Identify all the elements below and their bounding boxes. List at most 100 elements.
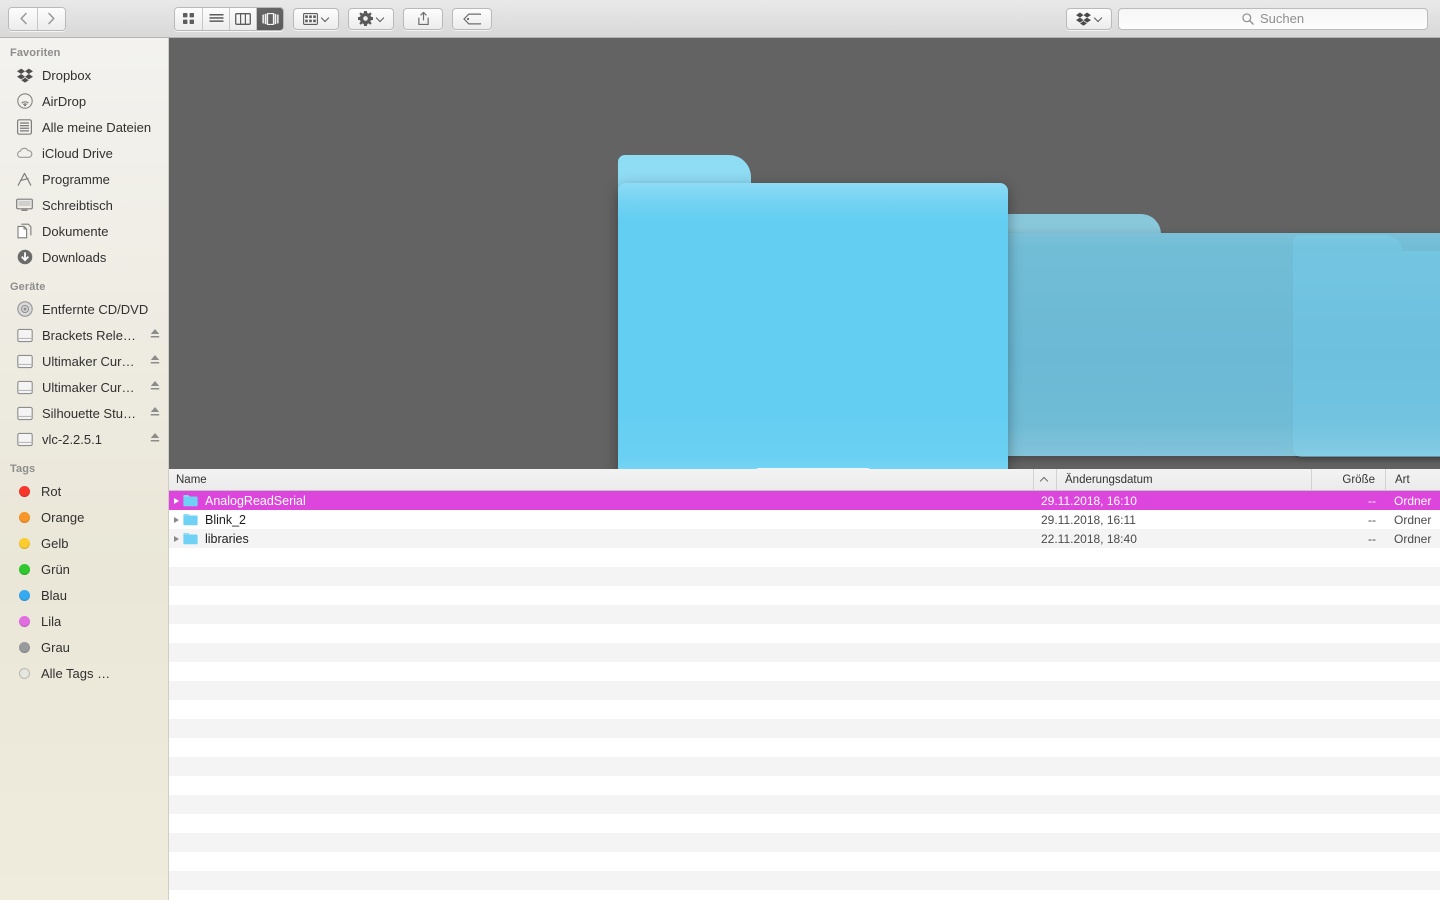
sidebar-item-tag-rot[interactable]: Rot (0, 478, 168, 504)
documents-icon (16, 223, 33, 240)
sidebar-item-dropbox[interactable]: Dropbox (0, 62, 168, 88)
search-field[interactable]: Suchen (1118, 7, 1428, 30)
sidebar-item-icloud-drive[interactable]: iCloud Drive (0, 140, 168, 166)
view-mode-segmented-control (174, 6, 284, 31)
eject-icon[interactable] (150, 378, 160, 396)
view-as-coverflow-button[interactable] (256, 7, 283, 30)
share-button[interactable] (403, 7, 443, 30)
forward-button[interactable] (37, 7, 65, 30)
disclosure-triangle-icon[interactable] (169, 535, 183, 542)
sidebar-item-vlc[interactable]: vlc-2.2.5.1 (0, 426, 168, 452)
list-view-icon (209, 13, 223, 22)
eject-icon[interactable] (150, 352, 160, 370)
applications-icon (16, 171, 33, 188)
folder-icon (183, 532, 198, 545)
sidebar-item-ultimaker-cura-2[interactable]: Ultimaker Cur… (0, 374, 168, 400)
column-header-kind[interactable]: Art (1386, 469, 1440, 490)
sidebar-item-all-my-files[interactable]: Alle meine Dateien (0, 114, 168, 140)
coverflow-item-analogreadserial[interactable]: AnalogReadSerial (618, 155, 1008, 469)
gear-icon (358, 11, 373, 26)
column-header-label: Art (1395, 473, 1410, 486)
table-row-empty (169, 757, 1440, 776)
column-header-label: Änderungsdatum (1065, 473, 1153, 486)
navigation-segmented-control (8, 6, 66, 31)
view-as-columns-button[interactable] (229, 7, 256, 30)
column-header-name[interactable]: Name (169, 469, 1034, 490)
sidebar-item-tag-orange[interactable]: Orange (0, 504, 168, 530)
coverflow-item-blink-2[interactable] (994, 214, 1440, 456)
external-drive-icon (16, 353, 33, 370)
view-as-list-button[interactable] (202, 7, 229, 30)
sidebar-item-label: Ultimaker Cur… (42, 353, 135, 369)
sidebar-item-tag-gelb[interactable]: Gelb (0, 530, 168, 556)
eject-icon[interactable] (150, 430, 160, 448)
table-row-empty (169, 567, 1440, 586)
sidebar-item-label: Orange (41, 509, 85, 525)
sidebar-item-ultimaker-cura-1[interactable]: Ultimaker Cur… (0, 348, 168, 374)
sidebar-item-label: vlc-2.2.5.1 (42, 431, 102, 447)
table-row[interactable]: Blink_2 29.11.2018, 16:11 -- Ordner (169, 510, 1440, 529)
sidebar-item-applications[interactable]: Programme (0, 166, 168, 192)
table-row-empty (169, 795, 1440, 814)
file-name: Blink_2 (205, 512, 246, 527)
sidebar-item-label: Ultimaker Cur… (42, 379, 135, 395)
table-row-empty (169, 662, 1440, 681)
table-row-empty (169, 776, 1440, 795)
window-toolbar: Suchen (0, 0, 1440, 38)
chevron-down-icon (377, 15, 384, 22)
sidebar-item-tag-lila[interactable]: Lila (0, 608, 168, 634)
disclosure-triangle-icon[interactable] (169, 497, 183, 504)
table-row-empty (169, 738, 1440, 757)
file-date-modified: 29.11.2018, 16:10 (1041, 493, 1137, 508)
chevron-down-icon (322, 15, 329, 22)
sidebar-item-label: Dokumente (42, 223, 109, 239)
sidebar-item-silhouette-studio[interactable]: Silhouette Stu… (0, 400, 168, 426)
eject-icon[interactable] (150, 326, 160, 344)
edit-tags-button[interactable] (452, 7, 492, 30)
file-date-modified: 29.11.2018, 16:11 (1041, 512, 1136, 527)
sidebar-item-label: Lila (41, 613, 62, 629)
view-as-icons-button[interactable] (175, 7, 202, 30)
column-header-date-modified[interactable]: Änderungsdatum (1034, 469, 1312, 490)
sidebar-item-tag-gruen[interactable]: Grün (0, 556, 168, 582)
downloads-icon (16, 249, 33, 266)
column-header-size[interactable]: Größe (1312, 469, 1386, 490)
sidebar-item-label: Grau (41, 639, 70, 655)
external-drive-icon (16, 431, 33, 448)
sidebar-item-downloads[interactable]: Downloads (0, 244, 168, 270)
tag-dot-icon (19, 589, 30, 601)
finder-sidebar[interactable]: Favoriten Dropbox AirDrop Alle meine Dat… (0, 38, 169, 900)
disclosure-triangle-icon[interactable] (169, 516, 183, 523)
tag-dot-outline-icon (19, 667, 30, 679)
action-menu-button[interactable] (348, 7, 394, 30)
tag-icon (463, 12, 481, 25)
sidebar-item-desktop[interactable]: Schreibtisch (0, 192, 168, 218)
sidebar-item-documents[interactable]: Dokumente (0, 218, 168, 244)
dropbox-icon (1076, 12, 1091, 26)
sidebar-item-all-tags[interactable]: Alle Tags … (0, 660, 168, 686)
sidebar-item-remote-disc[interactable]: Entfernte CD/DVD (0, 296, 168, 322)
sidebar-item-label: Rot (41, 483, 62, 499)
file-list-pane[interactable]: Name Änderungsdatum Größe Art AnalogRead… (169, 469, 1440, 900)
arrange-by-button[interactable] (293, 7, 339, 30)
file-kind: Ordner (1394, 531, 1432, 546)
table-row[interactable]: libraries 22.11.2018, 18:40 -- Ordner (169, 529, 1440, 548)
table-row-empty (169, 833, 1440, 852)
dropbox-menu-button[interactable] (1066, 7, 1112, 30)
chevron-left-icon (19, 12, 27, 25)
sidebar-item-tag-grau[interactable]: Grau (0, 634, 168, 660)
file-kind: Ordner (1394, 493, 1432, 508)
chevron-down-icon (1095, 15, 1102, 22)
tag-dot-icon (19, 485, 30, 497)
sidebar-item-brackets-release[interactable]: Brackets Rele… (0, 322, 168, 348)
optical-disc-icon (16, 301, 33, 318)
back-button[interactable] (9, 7, 37, 30)
grid-view-icon (183, 13, 194, 24)
sidebar-item-airdrop[interactable]: AirDrop (0, 88, 168, 114)
sidebar-item-tag-blau[interactable]: Blau (0, 582, 168, 608)
coverflow-preview-pane[interactable]: AnalogReadSerial (169, 38, 1440, 469)
eject-icon[interactable] (150, 404, 160, 422)
table-row[interactable]: AnalogReadSerial 29.11.2018, 16:10 -- Or… (169, 491, 1440, 510)
table-row-empty (169, 852, 1440, 871)
table-row-empty (169, 890, 1440, 900)
